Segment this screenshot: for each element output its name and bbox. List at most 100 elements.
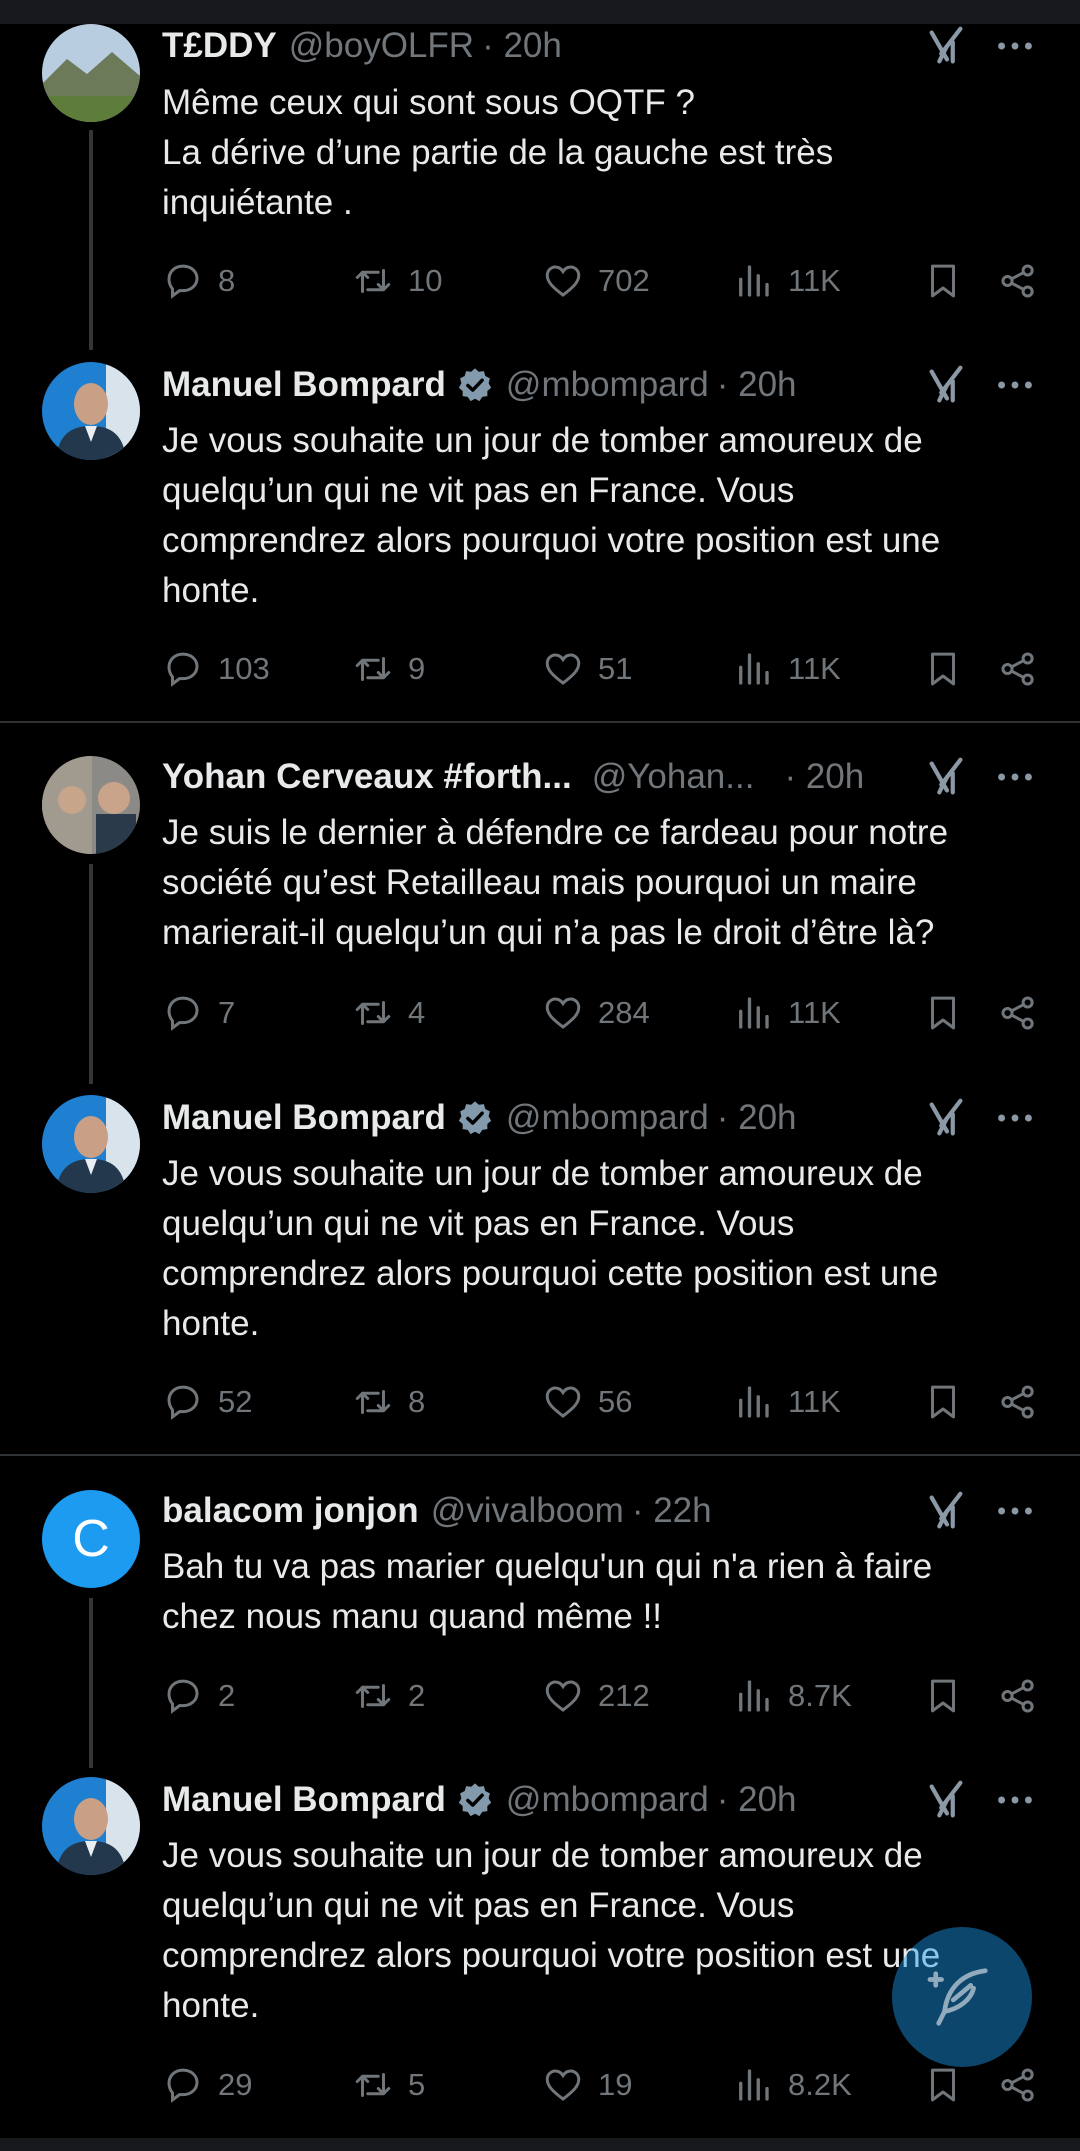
- share-button[interactable]: [997, 1377, 1053, 1427]
- like-button[interactable]: 56: [542, 1377, 632, 1427]
- like-count: 51: [598, 651, 633, 686]
- like-button[interactable]: 51: [542, 644, 632, 694]
- tweet-time[interactable]: · 20h: [717, 1098, 797, 1138]
- tweet-time[interactable]: · 20h: [784, 757, 864, 797]
- bookmark-button[interactable]: [922, 988, 978, 1038]
- reply-button[interactable]: 2: [162, 1671, 235, 1721]
- avatar-mbompard[interactable]: [42, 1777, 140, 1875]
- reply-count: 8: [218, 263, 236, 298]
- reply-button[interactable]: 103: [162, 644, 270, 694]
- author-name[interactable]: Manuel Bompard: [162, 1098, 446, 1138]
- views-icon: [739, 653, 769, 685]
- grok-button[interactable]: [924, 754, 970, 800]
- reply-count: 2: [218, 1678, 236, 1713]
- tweet-time[interactable]: · 20h: [717, 365, 797, 405]
- views-button[interactable]: 8.7K: [732, 1671, 852, 1721]
- repost-button[interactable]: 8: [352, 1377, 425, 1427]
- more-button[interactable]: [992, 23, 1038, 69]
- bottom-bar: [0, 2138, 1080, 2151]
- action-bar: 103 9 51 11K: [162, 644, 1042, 694]
- tweet-4[interactable]: C balacom jonjon @vivalboom · 22h Bah tu…: [0, 1466, 1080, 1776]
- tweet-text-content: Je vous souhaite un jour de tomber amour…: [162, 1154, 939, 1343]
- author-name[interactable]: Yohan Cerveaux #forth...: [162, 757, 572, 797]
- reply-button[interactable]: 29: [162, 2060, 252, 2110]
- bookmark-button[interactable]: [922, 1377, 978, 1427]
- tweet-time[interactable]: · 20h: [717, 1780, 797, 1820]
- author-name[interactable]: Manuel Bompard: [162, 1780, 446, 1820]
- bookmark-button[interactable]: [922, 644, 978, 694]
- bookmark-button[interactable]: [922, 256, 978, 306]
- tweet-2[interactable]: Yohan Cerveaux #forth... @Yohan... · 20h…: [0, 732, 1080, 1084]
- grok-button[interactable]: [924, 1488, 970, 1534]
- more-button[interactable]: [992, 1777, 1038, 1823]
- grok-icon: [929, 26, 963, 64]
- repost-button[interactable]: 2: [352, 1671, 425, 1721]
- author-handle[interactable]: @mbompard: [506, 365, 709, 405]
- thread-line: [89, 130, 93, 350]
- reply-button[interactable]: 52: [162, 1377, 252, 1427]
- bookmark-icon: [931, 1385, 955, 1419]
- views-button[interactable]: 8.2K: [732, 2060, 852, 2110]
- heart-icon: [545, 1680, 581, 1712]
- author-name[interactable]: balacom jonjon: [162, 1491, 419, 1531]
- avatar-yohan[interactable]: [42, 756, 140, 854]
- avatar-mbompard[interactable]: [42, 362, 140, 460]
- share-button[interactable]: [997, 1671, 1053, 1721]
- share-button[interactable]: [997, 644, 1053, 694]
- share-button[interactable]: [997, 988, 1053, 1038]
- tweet-time[interactable]: · 22h: [632, 1491, 712, 1531]
- more-button[interactable]: [992, 362, 1038, 408]
- grok-button[interactable]: [924, 1095, 970, 1141]
- grok-icon: [929, 1098, 963, 1136]
- author-handle[interactable]: @mbompard: [506, 1780, 709, 1820]
- tweet-text: Même ceux qui sont sous OQTF ? La dérive…: [162, 78, 1042, 228]
- grok-button[interactable]: [924, 362, 970, 408]
- author-handle[interactable]: @mbompard: [506, 1098, 709, 1138]
- grok-button[interactable]: [924, 1777, 970, 1823]
- heart-icon: [545, 1386, 581, 1418]
- bookmark-button[interactable]: [922, 1671, 978, 1721]
- like-button[interactable]: 284: [542, 988, 650, 1038]
- bookmark-icon: [931, 264, 955, 298]
- reply-button[interactable]: 7: [162, 988, 235, 1038]
- tweet-time[interactable]: · 20h: [482, 26, 562, 66]
- repost-count: 8: [408, 1384, 426, 1419]
- like-button[interactable]: 702: [542, 256, 650, 306]
- tweet-1[interactable]: Manuel Bompard @mbompard · 20h Je vous s…: [0, 340, 1080, 720]
- author-handle[interactable]: @vivalboom: [431, 1491, 624, 1531]
- tweet-0[interactable]: T£DDY @boyOLFR · 20h Même ceux qui sont …: [0, 0, 1080, 360]
- share-button[interactable]: [997, 2060, 1053, 2110]
- tweet-3[interactable]: Manuel Bompard @mbompard · 20h Je vous s…: [0, 1073, 1080, 1453]
- author-name[interactable]: T£DDY: [162, 26, 277, 66]
- like-button[interactable]: 212: [542, 1671, 650, 1721]
- share-button[interactable]: [997, 256, 1053, 306]
- avatar-balacom[interactable]: C: [42, 1490, 140, 1588]
- views-button[interactable]: 11K: [732, 644, 841, 694]
- repost-button[interactable]: 4: [352, 988, 425, 1038]
- more-button[interactable]: [992, 754, 1038, 800]
- tweet-text-content: Je vous souhaite un jour de tomber amour…: [162, 421, 941, 610]
- compose-button[interactable]: [892, 1927, 1032, 2067]
- more-button[interactable]: [992, 1095, 1038, 1141]
- reply-count: 7: [218, 995, 236, 1030]
- reply-icon: [167, 1679, 199, 1714]
- repost-count: 5: [408, 2067, 426, 2102]
- reply-button[interactable]: 8: [162, 256, 235, 306]
- views-button[interactable]: 11K: [732, 1377, 841, 1427]
- like-button[interactable]: 19: [542, 2060, 632, 2110]
- avatar-mbompard[interactable]: [42, 1095, 140, 1193]
- avatar-teddy[interactable]: [42, 24, 140, 122]
- repost-button[interactable]: 5: [352, 2060, 425, 2110]
- repost-button[interactable]: 10: [352, 256, 442, 306]
- repost-button[interactable]: 9: [352, 644, 425, 694]
- views-count: 11K: [788, 1384, 841, 1419]
- views-button[interactable]: 11K: [732, 988, 841, 1038]
- grok-button[interactable]: [924, 23, 970, 69]
- more-button[interactable]: [992, 1488, 1038, 1534]
- views-button[interactable]: 11K: [732, 256, 841, 306]
- bookmark-button[interactable]: [922, 2060, 978, 2110]
- author-handle[interactable]: @Yohan...: [592, 757, 755, 797]
- author-name[interactable]: Manuel Bompard: [162, 365, 446, 405]
- author-handle[interactable]: @boyOLFR: [289, 26, 474, 66]
- share-icon: [1001, 2068, 1034, 2102]
